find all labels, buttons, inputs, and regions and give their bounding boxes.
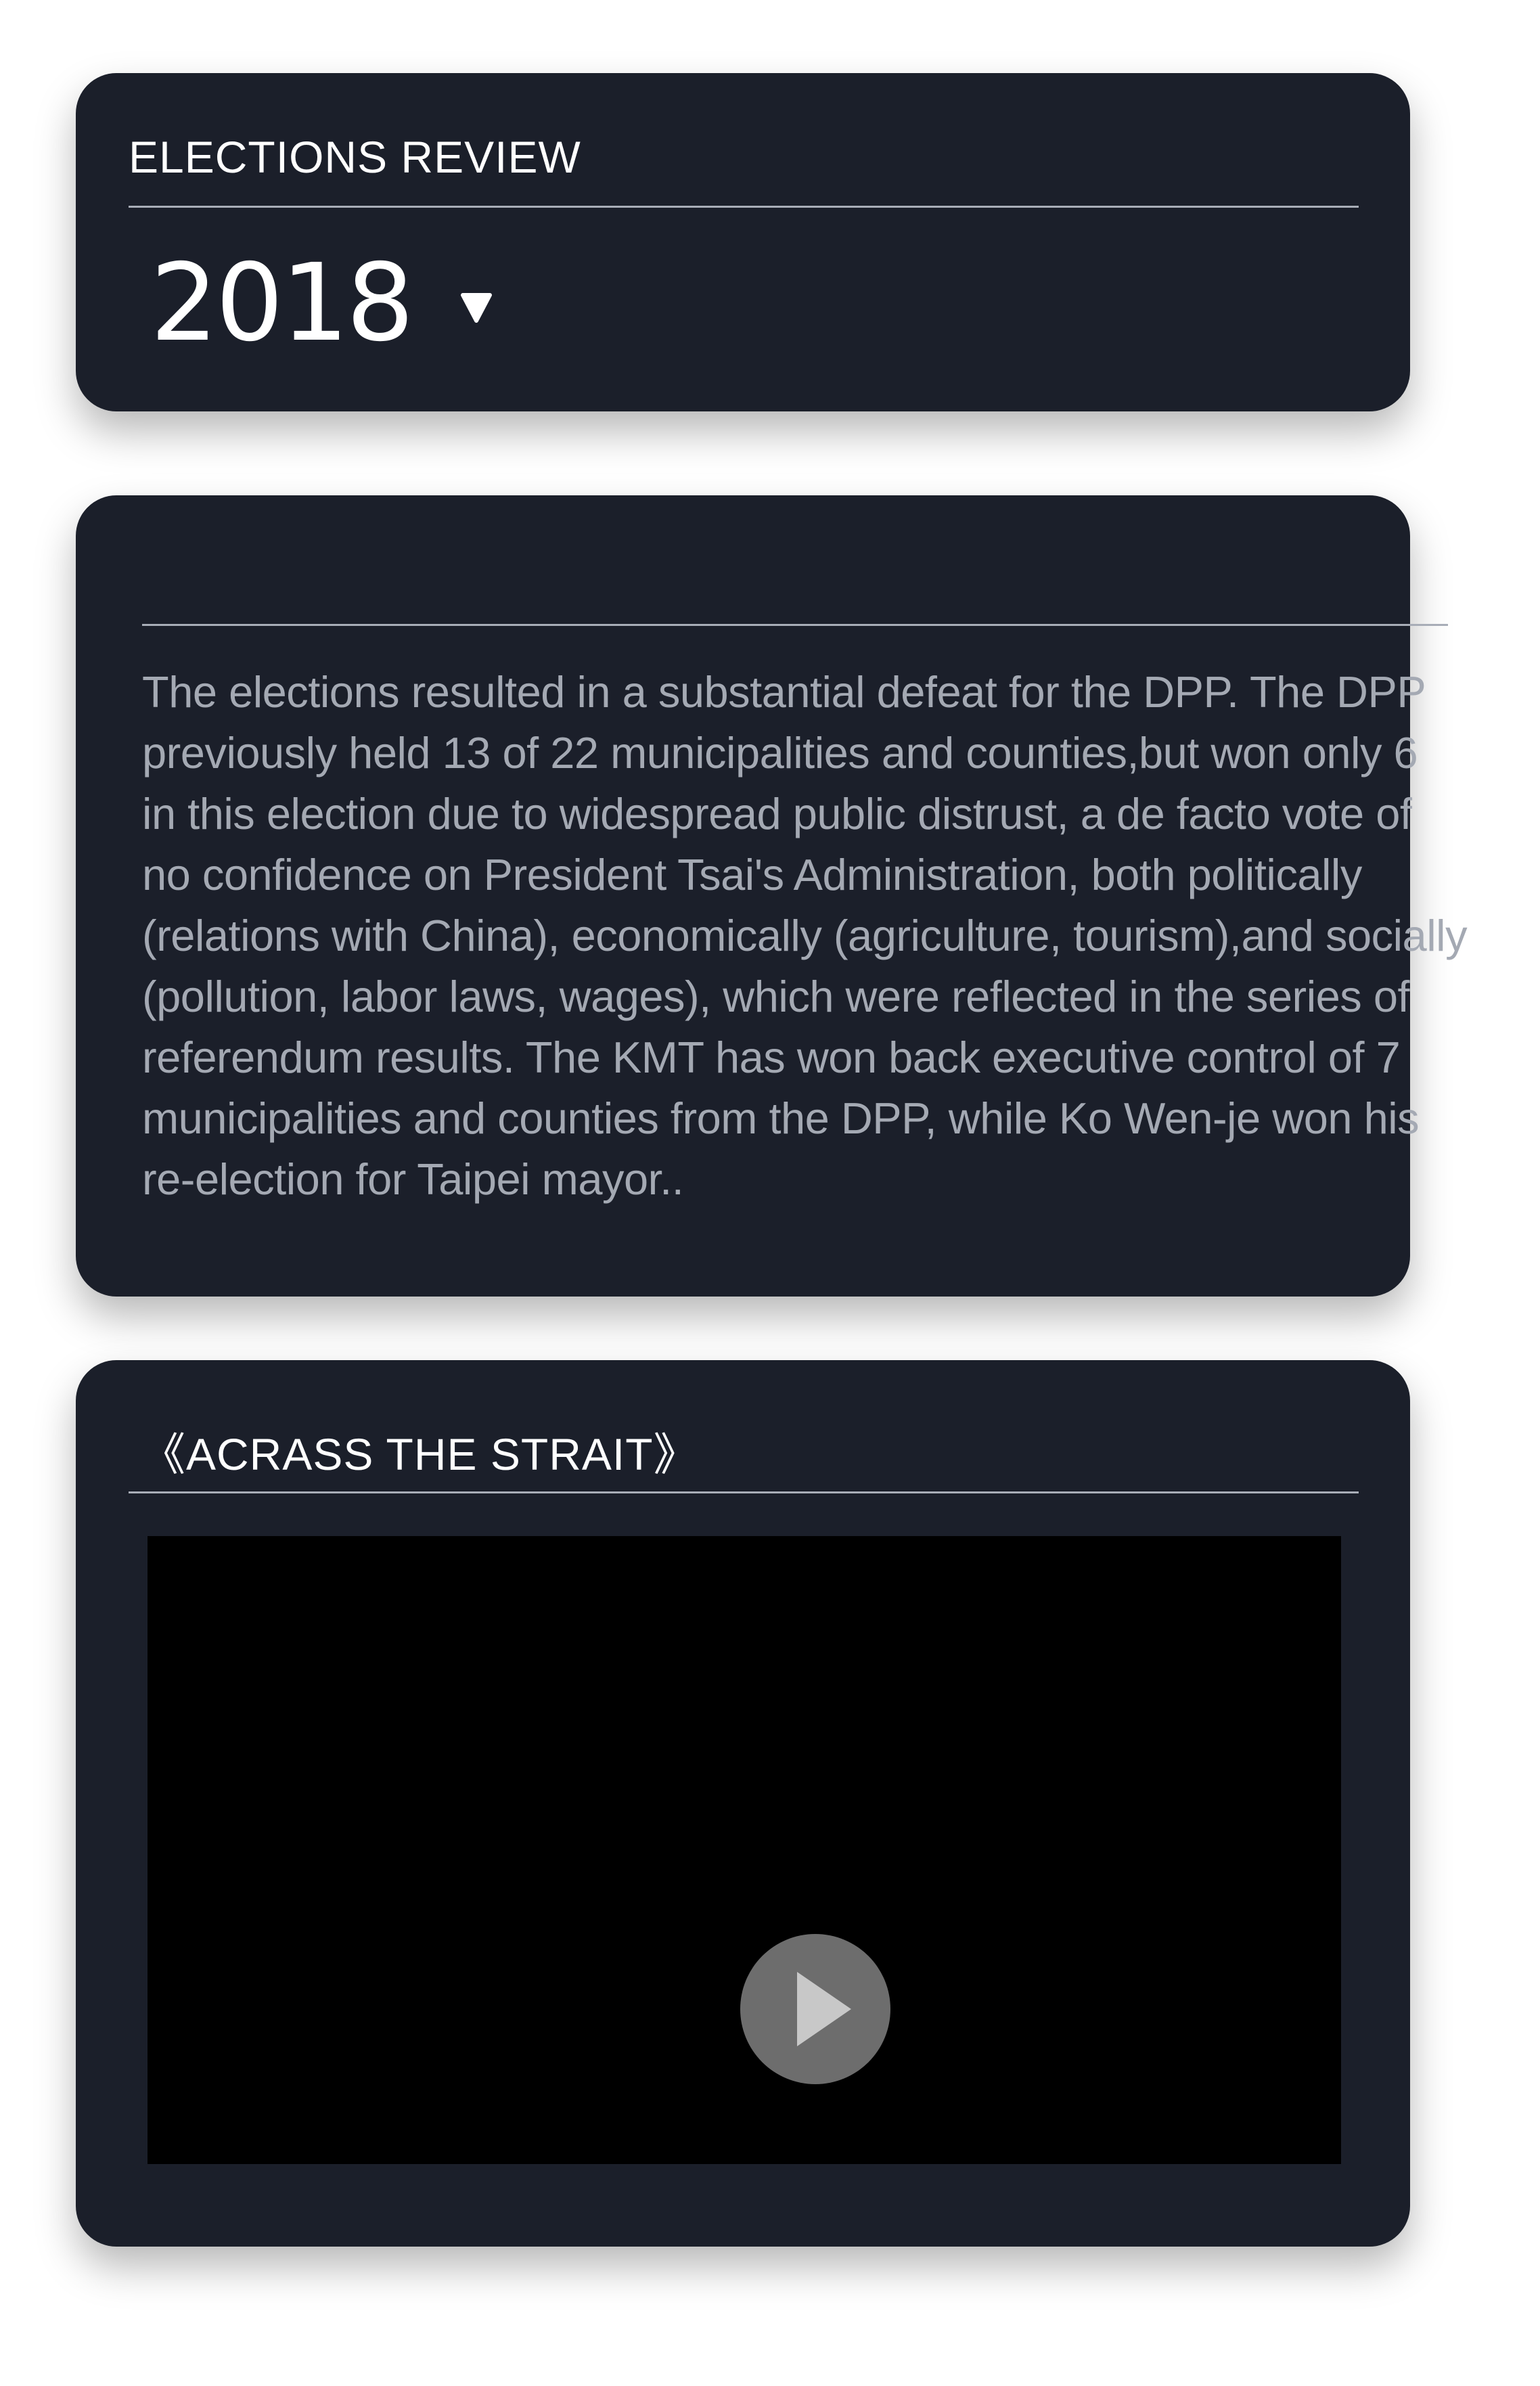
summary-divider (142, 624, 1448, 626)
summary-line: municipalities and counties from the DPP… (142, 1094, 1420, 1143)
dropdown-arrow-icon (461, 293, 493, 323)
video-card: 《ACRASS THE STRAIT》 (76, 1360, 1410, 2247)
elections-review-title: ELECTIONS REVIEW (129, 132, 581, 182)
summary-line: (relations with China), economically (ag… (142, 911, 1468, 960)
summary-line: The elections resulted in a substantial … (142, 667, 1426, 717)
summary-line: previously held 13 of 22 municipalities … (142, 728, 1418, 778)
summary-line: (pollution, labor laws, wages), which we… (142, 972, 1410, 1021)
summary-line: re-election for Taipei mayor.. (142, 1154, 684, 1204)
summary-line: referendum results. The KMT has won back… (142, 1033, 1401, 1082)
election-summary-text: The elections resulted in a substantial … (142, 662, 1468, 1210)
summary-line: no confidence on President Tsai's Admini… (142, 850, 1362, 899)
year-dropdown[interactable]: 2018 (150, 235, 494, 371)
video-player[interactable] (148, 1536, 1341, 2164)
summary-line: in this election due to widespread publi… (142, 789, 1412, 838)
selected-year: 2018 (150, 241, 414, 365)
video-title: 《ACRASS THE STRAIT》 (141, 1429, 699, 1479)
video-title-divider (129, 1491, 1359, 1493)
play-icon (797, 1972, 851, 2046)
election-summary-card: The elections resulted in a substantial … (76, 495, 1468, 1297)
play-button[interactable] (740, 1934, 890, 2084)
title-divider (129, 206, 1359, 208)
elections-review-card: ELECTIONS REVIEW 2018 (76, 73, 1410, 411)
